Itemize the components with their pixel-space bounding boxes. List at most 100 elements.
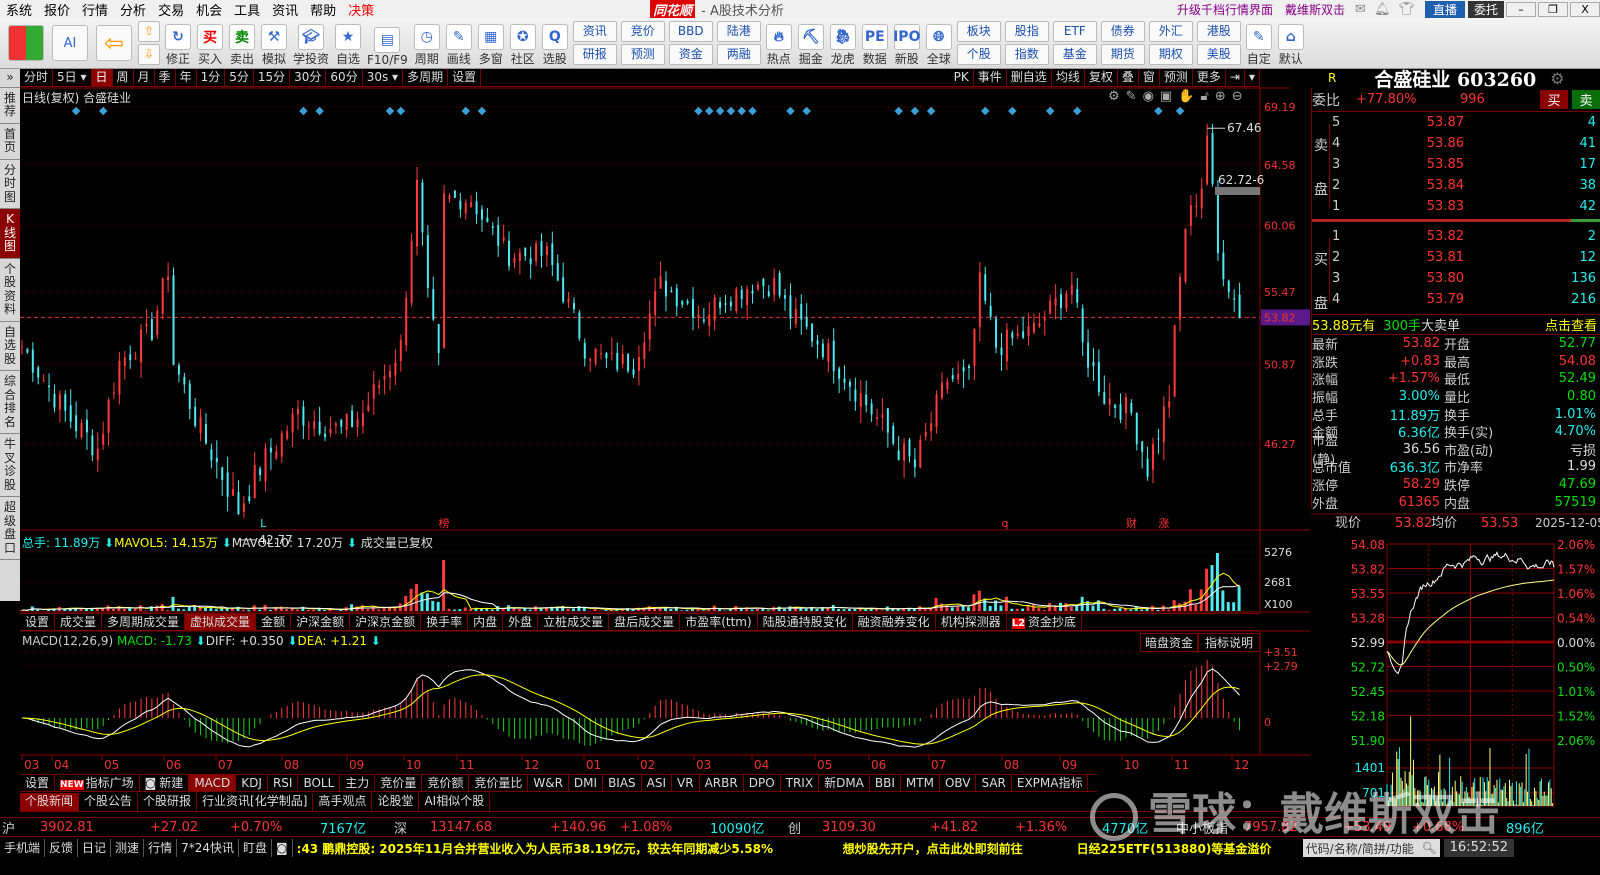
- ind-tab-2[interactable]: ◙ 新建: [140, 775, 190, 791]
- mail-icon[interactable]: ✉: [1355, 2, 1366, 17]
- candle: [448, 195, 451, 199]
- news-tab-5[interactable]: 论股堂: [372, 793, 420, 811]
- shirt-icon[interactable]: 👕︎: [1398, 2, 1415, 17]
- vol-tab-8[interactable]: 内盘: [468, 614, 504, 630]
- ind-tab-9[interactable]: 竞价额: [422, 775, 470, 791]
- ind-tab-19[interactable]: 新DMA: [819, 775, 870, 791]
- vol-tab-4[interactable]: 金额: [256, 614, 292, 630]
- vol-tab-0[interactable]: 设置: [20, 614, 56, 630]
- asks-row[interactable]: 3 53.85 17: [1332, 154, 1600, 175]
- bell-icon[interactable]: 🔔︎: [1374, 2, 1391, 17]
- candle: [832, 340, 835, 372]
- ind-tab-10[interactable]: 竞价量比: [469, 775, 529, 791]
- asks-row[interactable]: 1 53.83 42: [1332, 196, 1600, 217]
- index-name[interactable]: 沪: [2, 818, 15, 837]
- ind-tab-22[interactable]: OBV: [940, 775, 977, 791]
- search-icon[interactable]: 🔍︎: [1421, 841, 1439, 855]
- robot-icon[interactable]: ◙: [272, 839, 293, 857]
- candle: [1238, 294, 1241, 318]
- vol-tab-7[interactable]: 换手率: [421, 614, 469, 630]
- vol-tab-11[interactable]: 盘后成交量: [609, 614, 681, 630]
- settings-gear-icon[interactable]: ⚙: [1550, 69, 1564, 88]
- asks-row[interactable]: 4 53.86 41: [1332, 133, 1600, 154]
- bids-row[interactable]: 3 53.80 136: [1332, 268, 1600, 289]
- vol-tab-9[interactable]: 外盘: [503, 614, 539, 630]
- index-name[interactable]: 创: [788, 818, 801, 837]
- ind-tab-3[interactable]: MACD: [189, 775, 237, 791]
- buy-button[interactable]: 买: [1540, 90, 1568, 109]
- status-item-5[interactable]: 7*24快讯: [177, 839, 239, 857]
- status-item-3[interactable]: 测速: [111, 839, 145, 857]
- status-item-6[interactable]: 盯盘: [239, 839, 272, 857]
- status-item-0[interactable]: 手机端: [0, 839, 46, 857]
- vol-tab-5[interactable]: 沪深金额: [291, 614, 351, 630]
- ind-tab-15[interactable]: VR: [672, 775, 700, 791]
- ind-tab-13[interactable]: BIAS: [603, 775, 642, 791]
- bids-row[interactable]: 1 53.82 2: [1332, 226, 1600, 247]
- bids-row[interactable]: 4 53.79 216: [1332, 289, 1600, 310]
- ind-tab-6[interactable]: BOLL: [298, 775, 341, 791]
- news-tab-0[interactable]: 个股新闻: [20, 793, 80, 811]
- intraday-chart[interactable]: 现价 53.82均价 53.53 2025-12-0554.08 2.06%53.82 1…: [1311, 510, 1600, 816]
- vol-tab-10[interactable]: 立桩成交量: [538, 614, 610, 630]
- maximize-icon[interactable]: ❐: [1538, 1, 1568, 17]
- news-tab-6[interactable]: AI相似个股: [419, 793, 491, 811]
- close-icon[interactable]: X: [1570, 1, 1600, 17]
- vol-tab-1[interactable]: 成交量: [55, 614, 103, 630]
- indicator-help-button[interactable]: 指标说明: [1198, 633, 1261, 652]
- volume-bar: [274, 608, 278, 611]
- news-ticker[interactable]: :43 鹏鼎控股: 2025年11月合并营业收入为人民币38.19亿元，较去年同…: [293, 840, 813, 857]
- news-tab-1[interactable]: 个股公告: [79, 793, 139, 811]
- ind-tab-12[interactable]: DMI: [569, 775, 604, 791]
- fund-news[interactable]: 日经225ETF(513880)等基金溢价: [1063, 840, 1303, 857]
- vol-tab-12[interactable]: 市盈率(ttm): [680, 614, 758, 630]
- ind-tab-0[interactable]: 设置: [20, 775, 56, 791]
- news-tab-4[interactable]: 高手观点: [313, 793, 373, 811]
- ind-tab-8[interactable]: 竞价量: [375, 775, 423, 791]
- vol-tab-14[interactable]: 融资融券变化: [853, 614, 936, 630]
- stat-label: 最高: [1444, 355, 1471, 371]
- view-link[interactable]: 点击查看: [1545, 315, 1600, 334]
- ind-tab-24[interactable]: EXPMA指标: [1012, 775, 1089, 791]
- candle: [1173, 325, 1176, 397]
- ind-tab-7[interactable]: 主力: [340, 775, 376, 791]
- live-button[interactable]: 直播: [1424, 0, 1465, 18]
- bids-row[interactable]: 2 53.81 12: [1332, 247, 1600, 268]
- ind-tab-4[interactable]: KDJ: [236, 775, 268, 791]
- status-item-1[interactable]: 反馈: [45, 839, 79, 857]
- ind-tab-14[interactable]: ASI: [642, 775, 673, 791]
- ind-tab-11[interactable]: W&R: [528, 775, 569, 791]
- vol-tab-2[interactable]: 多周期成交量: [102, 614, 186, 630]
- vol-tab-13[interactable]: 陆股通持股变化: [758, 614, 853, 630]
- asks-row[interactable]: 5 53.87 4: [1332, 112, 1600, 133]
- trade-button[interactable]: 委托: [1467, 0, 1504, 18]
- ind-tab-5[interactable]: RSI: [268, 775, 299, 791]
- asks-row[interactable]: 2 53.84 38: [1332, 175, 1600, 196]
- big-order-row[interactable]: 53.88元有 300手 大卖单 点击查看: [1312, 314, 1600, 335]
- ind-tab-20[interactable]: BBI: [870, 775, 901, 791]
- ind-tab-16[interactable]: ARBR: [700, 775, 744, 791]
- status-item-2[interactable]: 日记: [78, 839, 112, 857]
- ind-tab-17[interactable]: DPO: [744, 775, 781, 791]
- candle: [1206, 135, 1209, 185]
- ind-tab-1[interactable]: NEW 指标广场: [55, 775, 140, 791]
- status-item-4[interactable]: 行情: [144, 839, 178, 857]
- candle: [31, 349, 34, 373]
- candle: [226, 472, 229, 497]
- ind-tab-21[interactable]: MTM: [901, 775, 940, 791]
- vol-tab-3[interactable]: 虚拟成交量: [185, 614, 257, 630]
- index-name[interactable]: 深: [394, 818, 407, 837]
- open-account-link[interactable]: 想炒股先开户，点击此处即刻前往: [813, 840, 1063, 857]
- ind-tab-23[interactable]: SAR: [976, 775, 1012, 791]
- index-pct: +0.70%: [230, 819, 283, 835]
- kline-chart[interactable]: 69.19 64.58 60.06 55.47 50.87 46.27 53.82 67.46…: [0, 0, 1312, 800]
- ind-tab-18[interactable]: TRIX: [781, 775, 820, 791]
- vol-tab-16[interactable]: L2 资金抄底: [1007, 614, 1083, 630]
- news-tab-3[interactable]: 行业资讯[化学制品]: [197, 793, 314, 811]
- vol-tab-6[interactable]: 沪深京金额: [350, 614, 422, 630]
- vol-tab-15[interactable]: 机构探测器: [936, 614, 1007, 630]
- minimize-icon[interactable]: –: [1506, 1, 1536, 17]
- news-tab-2[interactable]: 个股研报: [138, 793, 198, 811]
- sell-button[interactable]: 卖: [1572, 90, 1600, 109]
- dark-pool-button[interactable]: 暗盘资金: [1140, 633, 1199, 652]
